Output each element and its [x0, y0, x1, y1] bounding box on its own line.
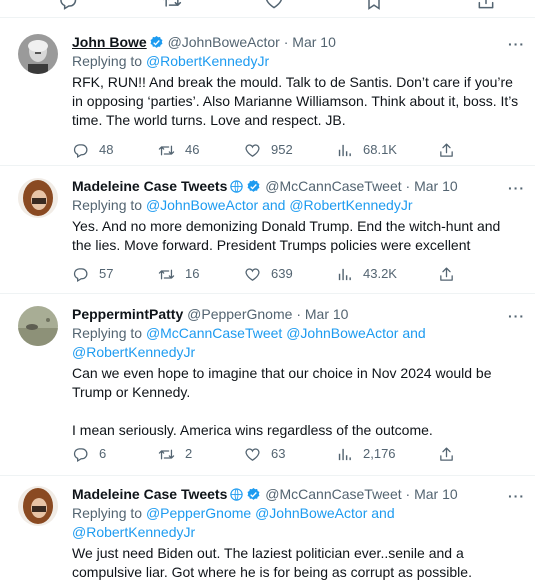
retweet-icon — [158, 446, 175, 463]
like-button[interactable]: 63 — [244, 444, 285, 464]
views-button[interactable]: 2,176 — [336, 444, 396, 464]
tweet[interactable]: Madeleine Case Tweets @McCannCaseTweet ·… — [0, 166, 535, 294]
author-handle[interactable]: @McCannCaseTweet — [265, 486, 401, 502]
more-icon[interactable]: ··· — [508, 488, 525, 504]
share-icon[interactable] — [476, 0, 496, 11]
views-icon — [336, 266, 353, 283]
share-icon — [438, 446, 455, 463]
tweet-text: We just need Biden out. The laziest poli… — [72, 545, 472, 580]
tweet[interactable]: PeppermintPatty @PepperGnome · Mar 10 Re… — [0, 294, 535, 476]
reply-mention-link[interactable]: @RobertKennedyJr — [146, 53, 269, 69]
share-button[interactable] — [438, 264, 455, 284]
reply-icon[interactable] — [58, 0, 78, 11]
reply-icon — [72, 266, 89, 283]
author-handle[interactable]: @McCannCaseTweet — [265, 178, 401, 194]
like-icon[interactable] — [264, 0, 284, 11]
share-button[interactable] — [438, 444, 455, 464]
tweet-header: PeppermintPatty @PepperGnome · Mar 10 — [72, 306, 349, 322]
tweet-date[interactable]: Mar 10 — [414, 486, 458, 502]
like-button[interactable]: 639 — [244, 264, 293, 284]
author-name[interactable]: Madeleine Case Tweets — [72, 178, 227, 194]
reply-context: Replying to @McCannCaseTweet @JohnBoweAc… — [72, 325, 426, 360]
like-icon — [244, 142, 261, 159]
reply-mention-link[interactable]: @JohnBoweActor and @RobertKennedyJr — [146, 197, 413, 213]
tweet[interactable]: John Bowe @JohnBoweActor · Mar 10 Replyi… — [0, 18, 535, 166]
retweet-icon — [158, 266, 175, 283]
more-icon[interactable]: ··· — [508, 308, 525, 324]
tweet-date[interactable]: Mar 10 — [305, 306, 349, 322]
reply-context: Replying to @JohnBoweActor and @RobertKe… — [72, 197, 413, 213]
tweet-actions: 6 2 63 2,176 — [72, 444, 462, 464]
tweet-header: Madeleine Case Tweets @McCannCaseTweet ·… — [72, 176, 521, 196]
views-icon — [336, 142, 353, 159]
tweet-actions: 48 46 952 68.1K — [72, 140, 462, 160]
views-button[interactable]: 43.2K — [336, 264, 397, 284]
views-button[interactable]: 68.1K — [336, 140, 397, 160]
like-icon — [244, 266, 261, 283]
tweet-actions: 57 16 639 43.2K — [72, 264, 462, 284]
avatar[interactable] — [18, 34, 58, 74]
retweet-icon[interactable] — [162, 0, 182, 11]
reply-context: Replying to @RobertKennedyJr — [72, 53, 270, 69]
tweet-date[interactable]: Mar 10 — [292, 34, 336, 50]
author-name[interactable]: John Bowe — [72, 34, 147, 50]
author-handle[interactable]: @PepperGnome — [187, 306, 292, 322]
share-icon — [438, 142, 455, 159]
more-icon[interactable]: ··· — [508, 180, 525, 196]
like-icon — [244, 446, 261, 463]
tweet-text: RFK, RUN!! And break the mould. Talk to … — [72, 74, 519, 128]
reply-button[interactable]: 6 — [72, 444, 106, 464]
author-handle[interactable]: @JohnBoweActor — [168, 34, 280, 50]
avatar[interactable] — [18, 178, 58, 218]
avatar[interactable] — [18, 486, 58, 526]
reply-icon — [72, 142, 89, 159]
tweet-text: Can we even hope to imagine that our cho… — [72, 365, 492, 400]
tweet-text: I mean seriously. America wins regardles… — [72, 422, 433, 438]
tweet-text: Yes. And no more demonizing Donald Trump… — [72, 218, 501, 253]
tweet-date[interactable]: Mar 10 — [414, 178, 458, 194]
retweet-icon — [158, 142, 175, 159]
views-icon — [336, 446, 353, 463]
like-button[interactable]: 952 — [244, 140, 293, 160]
retweet-button[interactable]: 2 — [158, 444, 192, 464]
bookmark-icon[interactable] — [364, 0, 384, 11]
avatar[interactable] — [18, 306, 58, 346]
reply-button[interactable]: 57 — [72, 264, 113, 284]
author-name[interactable]: Madeleine Case Tweets — [72, 486, 227, 502]
tweet-header: John Bowe @JohnBoweActor · Mar 10 — [72, 32, 521, 52]
tweet[interactable]: Madeleine Case Tweets @McCannCaseTweet ·… — [0, 476, 535, 580]
reply-button[interactable]: 48 — [72, 140, 113, 160]
retweet-button[interactable]: 46 — [158, 140, 199, 160]
share-button[interactable] — [438, 140, 455, 160]
author-name[interactable]: PeppermintPatty — [72, 306, 183, 322]
reply-context: Replying to @PepperGnome @JohnBoweActor … — [72, 505, 395, 540]
more-icon[interactable]: ··· — [508, 36, 525, 52]
tweet-header: Madeleine Case Tweets @McCannCaseTweet ·… — [72, 484, 521, 504]
share-icon — [438, 266, 455, 283]
reply-icon — [72, 446, 89, 463]
retweet-button[interactable]: 16 — [158, 264, 199, 284]
previous-tweet-actions — [0, 0, 535, 18]
